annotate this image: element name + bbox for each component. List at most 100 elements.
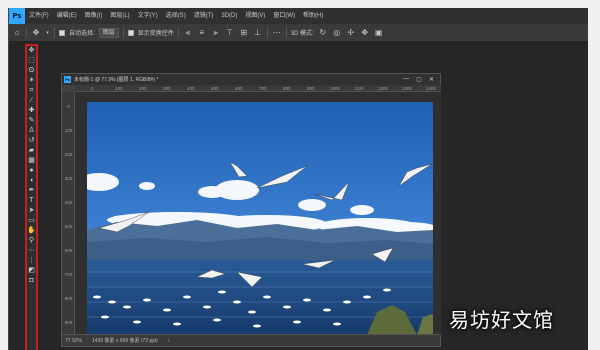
divider [285, 27, 287, 38]
menu-select[interactable]: 选择(S) [162, 8, 190, 24]
align-center-icon[interactable]: ≡ [197, 24, 207, 42]
menu-edit[interactable]: 编辑(E) [53, 8, 81, 24]
menu-3d[interactable]: 3D(D) [217, 8, 241, 24]
crop-tool-icon[interactable]: ⌗ [27, 86, 36, 96]
chevron-right-icon[interactable]: › [168, 338, 170, 344]
shape-tool-icon[interactable]: ▭ [27, 216, 36, 226]
ps-logo: Ps [9, 8, 25, 24]
path-select-icon[interactable]: ➤ [27, 206, 36, 216]
ruler-tick-label: 500 [211, 86, 219, 91]
move-tool-icon[interactable]: ✥ [27, 46, 36, 56]
3d-drag-icon[interactable]: ✢ [346, 24, 356, 42]
vertical-ruler: 0 100 200 300 400 500 600 700 800 900 [62, 92, 75, 335]
menu-help[interactable]: 帮助(H) [299, 8, 327, 24]
seagull-lake-photo [87, 102, 433, 335]
close-icon[interactable]: ✕ [429, 76, 434, 83]
3d-scale-icon[interactable]: ▣ [374, 24, 384, 42]
canvas-area[interactable] [75, 92, 441, 335]
zoom-tool-icon[interactable]: ⚲ [27, 236, 36, 246]
divider [26, 27, 27, 38]
pen-tool-icon[interactable]: ✒ [27, 186, 36, 196]
tools-panel: ✥ ⬚ ʘ ✶ ⌗ ⁄ ✚ ✎ ♙ ↺ ▰ ▦ ● ◖ ✒ T ➤ ▭ ✋ ⚲ … [25, 44, 38, 350]
ruler-tick-label: 800 [283, 86, 291, 91]
ruler-tick-label: 200 [64, 152, 73, 157]
ruler-tick-label: 1100 [354, 86, 364, 91]
more-tools-icon[interactable]: ⋯ [27, 246, 36, 256]
ruler-tick-label: 900 [64, 320, 73, 325]
ruler-tick-label: 100 [115, 86, 123, 91]
ruler-tick-label: 200 [139, 86, 147, 91]
document-title: 未标题-1 @ 77.9% (图层 1, RGB/8#) * [74, 77, 159, 83]
document-info: 1439 像素 x 999 像素 (72 ppi) [91, 338, 158, 344]
type-tool-icon[interactable]: T [27, 196, 36, 206]
divider [122, 27, 124, 38]
quick-mask-icon[interactable]: ◘ [27, 276, 36, 286]
color-swatches-icon[interactable]: ◩ [27, 266, 36, 276]
dodge-tool-icon[interactable]: ◖ [27, 176, 36, 186]
ruler-tick-label: 900 [307, 86, 315, 91]
eraser-icon[interactable]: ▰ [27, 146, 36, 156]
3d-mode-label: 3D 模式: [290, 31, 314, 37]
healing-brush-icon[interactable]: ✚ [27, 106, 36, 116]
edit-toolbar-icon[interactable]: ⋮ [27, 256, 36, 266]
auto-select-dropdown[interactable]: 图层 [98, 27, 119, 38]
ps-document-icon: Ps [64, 76, 71, 83]
ruler-tick-label: 600 [235, 86, 243, 91]
document-tab[interactable]: Ps 未标题-1 @ 77.9% (图层 1, RGB/8#) * — ▢ ✕ [62, 74, 440, 85]
menu-layer[interactable]: 图层(L) [106, 8, 133, 24]
align-top-icon[interactable]: ⊤ [225, 24, 235, 42]
ruler-tick-label: 300 [163, 86, 171, 91]
transform-controls-checkbox[interactable] [127, 29, 134, 36]
divider [177, 27, 179, 38]
home-icon[interactable]: ⌂ [12, 24, 22, 42]
3d-roll-icon[interactable]: ◎ [332, 24, 342, 42]
maximize-icon[interactable]: ▢ [416, 76, 422, 83]
ruler-tick-label: 600 [64, 248, 73, 253]
ruler-tick-label: 700 [259, 86, 267, 91]
ruler-tick-label: 0 [67, 104, 70, 109]
menu-file[interactable]: 文件(F) [25, 8, 53, 24]
window-controls: — ▢ ✕ [403, 76, 440, 83]
ruler-tick-label: 1000 [330, 86, 341, 91]
ruler-tick-label: 500 [64, 224, 73, 229]
menu-filter[interactable]: 滤镜(T) [190, 8, 218, 24]
align-middle-icon[interactable]: ⊞ [239, 24, 249, 42]
options-bar: ⌂ ✥ ▾ 自动选择: 图层 显示变换控件 ⫷ ≡ ⫸ ⊤ ⊞ ⊥ ⋯ 3D 模… [9, 24, 588, 42]
clone-stamp-icon[interactable]: ♙ [27, 126, 36, 136]
status-bar: 77.92% 1439 像素 x 999 像素 (72 ppi) › [62, 334, 440, 346]
magic-wand-icon[interactable]: ✶ [27, 76, 36, 86]
blur-tool-icon[interactable]: ● [27, 166, 36, 176]
menu-type[interactable]: 文字(Y) [134, 8, 162, 24]
ruler-tick-label: 400 [187, 86, 195, 91]
auto-select-label: 自动选择: [69, 31, 95, 37]
3d-slide-icon[interactable]: ✥ [360, 24, 370, 42]
menu-window[interactable]: 窗口(W) [269, 8, 299, 24]
more-options-icon[interactable]: ⋯ [272, 24, 282, 42]
3d-rotate-icon[interactable]: ↻ [318, 24, 328, 42]
ruler-tick-label: 100 [64, 128, 73, 133]
gradient-tool-icon[interactable]: ▦ [27, 156, 36, 166]
align-bottom-icon[interactable]: ⊥ [253, 24, 263, 42]
zoom-level[interactable]: 77.92% [65, 338, 82, 344]
ruler-tick-label: 700 [64, 272, 73, 277]
align-left-icon[interactable]: ⫷ [183, 24, 193, 42]
minimize-icon[interactable]: — [403, 76, 409, 83]
brush-tool-icon[interactable]: ✎ [27, 116, 36, 126]
marquee-tool-icon[interactable]: ⬚ [27, 56, 36, 66]
watermark-text: 易坊好文馆 [449, 310, 554, 332]
hand-tool-icon[interactable]: ✋ [27, 226, 36, 236]
eyedropper-icon[interactable]: ⁄ [27, 96, 36, 106]
divider [266, 27, 268, 38]
menu-image[interactable]: 图像(I) [81, 8, 107, 24]
move-tool-icon[interactable]: ✥ [31, 24, 41, 42]
lasso-tool-icon[interactable]: ʘ [27, 66, 36, 76]
auto-select-checkbox[interactable] [59, 29, 65, 36]
align-right-icon[interactable]: ⫸ [211, 24, 221, 42]
chevron-down-icon[interactable]: ▾ [45, 24, 50, 42]
menu-view[interactable]: 视图(V) [241, 8, 269, 24]
horizontal-ruler: 0 100 200 300 400 500 600 700 800 900 10… [75, 85, 441, 92]
ruler-tick-label: 800 [64, 296, 73, 301]
photoshop-window: Ps 文件(F) 编辑(E) 图像(I) 图层(L) 文字(Y) 选择(S) 滤… [8, 8, 588, 350]
history-brush-icon[interactable]: ↺ [27, 136, 36, 146]
ruler-tick-label: 300 [64, 176, 73, 181]
